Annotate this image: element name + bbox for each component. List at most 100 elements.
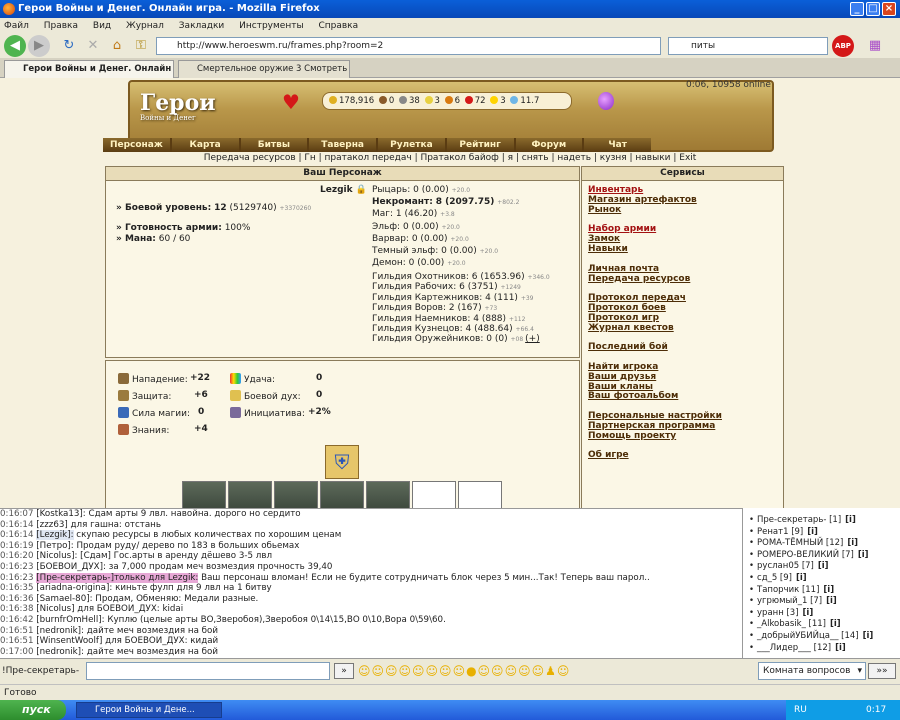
nav-tavern[interactable]: Таверна [309, 138, 376, 152]
menu-edit[interactable]: Правка [44, 21, 78, 31]
army-slot-3[interactable] [274, 481, 318, 511]
user-row[interactable]: • Тапорчик [11] [i] [743, 584, 900, 596]
user-row[interactable]: • _Alkobasik_ [11] [i] [743, 618, 900, 630]
service-link[interactable]: Набор армии [588, 224, 656, 234]
character-name[interactable]: Lezgik 🔒 [320, 185, 367, 195]
chat-nick[interactable]: [Lezgik]: [36, 530, 74, 541]
nav-rating[interactable]: Рейтинг [446, 138, 514, 152]
user-row[interactable]: • РОМА-ТЁМНЫЙ [12] [i] [743, 537, 900, 549]
chat-nick[interactable]: [Kostka13]: [36, 509, 85, 519]
service-link[interactable]: Личная почта [588, 264, 659, 274]
tab-heroes[interactable]: Герои Войны и Денег. Онлайн иг... [4, 60, 174, 90]
search-input[interactable]: питы [668, 37, 828, 55]
nav-map[interactable]: Карта [171, 138, 239, 152]
user-name[interactable]: Тапорчик [11] [757, 585, 819, 595]
user-info-link[interactable]: [i] [826, 596, 837, 606]
chat-nick[interactable]: [Samael-80]: [36, 594, 92, 604]
service-link[interactable]: Передача ресурсов [588, 274, 690, 284]
army-slot-6[interactable] [412, 481, 456, 511]
service-link[interactable]: Ваши кланы [588, 382, 653, 392]
close-button[interactable]: × [882, 2, 896, 16]
taskbar-firefox-item[interactable]: Герои Войны и Дене... [76, 702, 222, 718]
guild-plus-link[interactable]: (+) [525, 334, 540, 344]
user-info-link[interactable]: [i] [847, 538, 858, 548]
adblock-icon[interactable]: ABP [832, 35, 854, 57]
user-row[interactable]: • угрюмый_1 [7] [i] [743, 595, 900, 607]
army-slot-4[interactable] [320, 481, 364, 511]
nav-forum[interactable]: Форум [515, 138, 583, 152]
service-link[interactable]: Протокол боев [588, 303, 666, 313]
chat-nick[interactable]: [nedronik]: [36, 647, 84, 657]
user-info-link[interactable]: [i] [807, 527, 818, 537]
back-button[interactable]: ◀ [4, 35, 26, 57]
chat-nick[interactable]: [burnfrOmHell]: [36, 615, 104, 625]
user-name[interactable]: РОМЕРО-ВЕЛИКИЙ [7] [757, 550, 854, 560]
user-name[interactable]: сд_5 [9] [757, 573, 792, 583]
army-slot-2[interactable] [228, 481, 272, 511]
menu-tools[interactable]: Инструменты [239, 21, 303, 31]
url-bar[interactable]: http://www.heroeswm.ru/frames.php?room=2 [156, 37, 661, 55]
service-link[interactable]: Журнал квестов [588, 323, 674, 333]
key-icon[interactable]: ⚿ [130, 35, 152, 57]
menu-file[interactable]: Файл [4, 21, 29, 31]
chat-nick[interactable]: [nedronik]: [36, 626, 84, 636]
service-link[interactable]: Последний бой [588, 342, 668, 352]
faction-shield-icon[interactable]: ⛨ [325, 445, 359, 479]
army-slot-5[interactable] [366, 481, 410, 511]
user-row[interactable]: • _добрыйУБИЙца__ [14] [i] [743, 630, 900, 642]
service-link[interactable]: Рынок [588, 205, 621, 215]
user-info-link[interactable]: [i] [863, 631, 874, 641]
home-button[interactable]: ⌂ [106, 35, 128, 57]
user-row[interactable]: • уранн [3] [i] [743, 607, 900, 619]
service-link[interactable]: Помощь проекту [588, 431, 676, 441]
maximize-button[interactable]: □ [866, 2, 880, 16]
service-link[interactable]: Протокол игр [588, 313, 659, 323]
service-link[interactable]: Замок [588, 234, 620, 244]
user-info-link[interactable]: [i] [845, 515, 856, 525]
user-info-link[interactable]: [i] [858, 550, 869, 560]
nav-roulette[interactable]: Рулетка [378, 138, 445, 152]
army-slot-1[interactable] [182, 481, 226, 511]
tab-movie[interactable]: Смертельное оружие 3 Смотреть Он... [178, 60, 350, 90]
user-info-link[interactable]: [i] [803, 608, 814, 618]
service-link[interactable]: Протокол передач [588, 293, 686, 303]
menu-bookmarks[interactable]: Закладки [179, 21, 225, 31]
chat-nick[interactable]: [Петро]: [36, 541, 73, 551]
health-heart-icon[interactable]: ♥ [282, 90, 300, 114]
chat-room-button[interactable]: »» [868, 663, 896, 679]
user-name[interactable]: уранн [3] [757, 608, 799, 618]
user-name[interactable]: РОМА-ТЁМНЫЙ [12] [757, 538, 843, 548]
user-row[interactable]: • Пре-секретарь- [1] [i] [743, 514, 900, 526]
menu-view[interactable]: Вид [93, 21, 111, 31]
sub-nav[interactable]: Передача ресурсов | Гн | пратакол переда… [0, 153, 900, 163]
chat-nick[interactable]: [Nicolus] [36, 604, 74, 614]
user-row[interactable]: • РОМЕРО-ВЕЛИКИЙ [7] [i] [743, 549, 900, 561]
stop-button[interactable]: ✕ [82, 35, 104, 57]
nav-chat[interactable]: Чат [584, 138, 651, 152]
user-info-link[interactable]: [i] [830, 619, 841, 629]
user-info-link[interactable]: [i] [835, 643, 846, 653]
user-row[interactable]: • сд_5 [9] [i] [743, 572, 900, 584]
game-logo[interactable]: Герои Войны и Денег [140, 90, 220, 130]
chat-nick[interactable]: [Nicolus]: [36, 551, 77, 561]
language-indicator[interactable]: RU [794, 705, 807, 715]
user-row[interactable]: • руслан05 [7] [i] [743, 560, 900, 572]
service-link[interactable]: Об игре [588, 450, 629, 460]
mana-potion-icon[interactable] [598, 92, 614, 110]
army-slot-7[interactable] [458, 481, 502, 511]
nav-battles[interactable]: Битвы [240, 138, 308, 152]
user-row[interactable]: • Ренат1 [9] [i] [743, 526, 900, 538]
service-link[interactable]: Ваш фотоальбом [588, 391, 678, 401]
reload-button[interactable]: ↻ [58, 35, 80, 57]
nav-character[interactable]: Персонаж [103, 138, 170, 152]
user-row[interactable]: • ___Лидер___ [12] [i] [743, 642, 900, 654]
chat-nick[interactable]: [ariadna-origina]: [36, 583, 112, 593]
user-info-link[interactable]: [i] [796, 573, 807, 583]
minimize-button[interactable]: _ [850, 2, 864, 16]
user-info-link[interactable]: [i] [818, 561, 829, 571]
service-link[interactable]: Навыки [588, 244, 628, 254]
service-link[interactable]: Персональные настройки [588, 411, 722, 421]
service-link[interactable]: Найти игрока [588, 362, 658, 372]
chat-room-select[interactable]: Комната вопросов ▾ [758, 662, 866, 680]
chat-send-button[interactable]: » [334, 663, 354, 679]
